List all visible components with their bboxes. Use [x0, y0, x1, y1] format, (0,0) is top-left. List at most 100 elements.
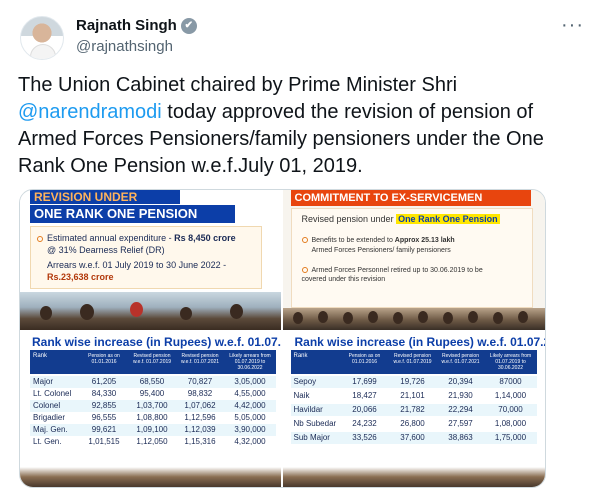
- table-cell: 21,782: [400, 405, 425, 414]
- tweet-text: The Union Cabinet chaired by Prime Minis…: [18, 72, 588, 180]
- avatar[interactable]: [20, 16, 64, 60]
- mention-link[interactable]: @narendramodi: [18, 101, 162, 123]
- table-cell: 1,08,800: [136, 413, 168, 422]
- table-row: Sub Major 33,526 37,600 38,863 1,75,000: [290, 432, 537, 444]
- header-cell: Revised pension w.e.f. 01.07.2019: [132, 353, 172, 365]
- right-table: Rank wise increase (in Rupees) w.e.f. 01…: [282, 330, 545, 487]
- person-head: [40, 306, 52, 320]
- table-cell: Nb Subedar: [293, 419, 337, 428]
- header-cell: Rank: [293, 353, 308, 359]
- table-cell: 1,08,000: [494, 419, 527, 428]
- table-cell: 95,400: [139, 389, 165, 398]
- table-row: Naik 18,427 21,101 21,930 1,14,000: [290, 390, 537, 402]
- media-image-right[interactable]: COMMITMENT TO EX-SERVICEMEN Revised pens…: [282, 190, 545, 487]
- table-cell: 70,000: [498, 405, 523, 414]
- person-head: [392, 312, 403, 324]
- tweet-media[interactable]: REVISION UNDER ONE RANK ONE PENSION Esti…: [19, 189, 546, 488]
- table-cell: 4,32,000: [234, 437, 266, 446]
- header-cell: Revised pension w.e.f. 01.07.2021: [180, 353, 220, 365]
- bullet-icon: [301, 267, 308, 274]
- table-cell: Havildar: [293, 405, 323, 414]
- header-cell: Likely arrears from 01.07.2019 to 30.06.…: [489, 353, 532, 371]
- person-head: [317, 311, 328, 323]
- left-table-title: Rank wise increase (in Rupees) w.e.f. 01…: [32, 335, 283, 349]
- header-cell: Likely arrears from 01.07.2019 to 30.06.…: [229, 353, 271, 371]
- table-cell: Colonel: [33, 401, 61, 410]
- right-table-header: Rank Pension as on 01.01.2016 Revised pe…: [290, 350, 537, 374]
- media-image-left[interactable]: REVISION UNDER ONE RANK ONE PENSION Esti…: [20, 190, 283, 487]
- person-head: [342, 312, 353, 324]
- bullet-icon: [301, 237, 308, 244]
- more-options-icon[interactable]: ···: [561, 14, 584, 37]
- table-cell: 5,05,000: [234, 413, 266, 422]
- table-row: Lt. Colonel 84,330 95,400 98,832 4,55,000: [30, 388, 276, 400]
- table-cell: 19,726: [400, 377, 425, 386]
- table-cell: 1,09,100: [136, 425, 168, 434]
- table-cell: 4,42,000: [234, 401, 266, 410]
- right-line-2: Armed Forces Personnel retired up to 30.…: [301, 267, 483, 283]
- left-line-3-value: Rs.23,638 crore: [47, 272, 114, 282]
- table-cell: Lt. Gen.: [33, 437, 62, 446]
- left-title-main: ONE RANK ONE PENSION: [30, 205, 235, 223]
- person-head: [442, 312, 453, 324]
- table-cell: 1,03,700: [136, 401, 168, 410]
- right-subtitle-highlight: One Rank One Pension: [396, 214, 500, 224]
- tweet-text-start: The Union Cabinet chaired by Prime Minis…: [18, 74, 458, 96]
- table-cell: 1,15,316: [184, 437, 216, 446]
- table-cell: Sepoy: [293, 377, 317, 386]
- table-cell: 37,600: [400, 433, 425, 442]
- person-head: [517, 311, 528, 323]
- table-cell: 98,832: [187, 389, 213, 398]
- right-line-1: Benefits to be extended to Approx 25.13 …: [301, 236, 455, 245]
- left-info-box: Estimated annual expenditure - Rs 8,450 …: [30, 226, 262, 289]
- user-handle[interactable]: @rajnathsingh: [76, 38, 173, 55]
- table-row: Brigadier 96,555 1,08,800 1,12,596 5,05,000: [30, 412, 276, 424]
- table-cell: 4,55,000: [234, 389, 266, 398]
- header-cell: Pension as on 01.01.2016: [348, 353, 381, 365]
- left-line-1: Estimated annual expenditure - Rs 8,450 …: [37, 233, 236, 243]
- table-cell: 1,12,596: [184, 413, 216, 422]
- right-line-1-rest: Armed Forces Pensioners/ family pensione…: [311, 247, 451, 254]
- table-cell: 20,066: [352, 405, 377, 414]
- table-cell: 92,855: [91, 401, 117, 410]
- person-head: [180, 307, 192, 320]
- table-row: Colonel 92,855 1,03,700 1,07,062 4,42,000: [30, 400, 276, 412]
- left-photo-strip: [20, 292, 281, 330]
- header-cell: Rank: [33, 353, 48, 359]
- table-cell: Major: [33, 377, 54, 386]
- left-line-3: Arrears w.e.f. 01 July 2019 to 30 June 2…: [47, 260, 227, 270]
- table-cell: Brigadier: [33, 413, 66, 422]
- bullet-icon: [37, 235, 43, 242]
- table-cell: 68,550: [139, 377, 165, 386]
- table-row: Major 61,205 68,550 70,827 3,05,000: [30, 376, 276, 388]
- table-cell: 1,12,039: [184, 425, 216, 434]
- table-row: Nb Subedar 24,232 26,800 27,597 1,08,000: [290, 418, 537, 430]
- table-cell: 21,101: [400, 391, 425, 400]
- person-head: [492, 312, 503, 324]
- table-cell: 26,800: [400, 419, 425, 428]
- person-head: [367, 311, 378, 323]
- table-cell: 38,863: [448, 433, 473, 442]
- table-cell: Lt. Colonel: [33, 389, 72, 398]
- table-cell: 96,555: [91, 413, 117, 422]
- person-head: [130, 302, 143, 317]
- table-cell: 1,14,000: [494, 391, 527, 400]
- user-name-text[interactable]: Rajnath Singh: [76, 17, 177, 34]
- table-cell: 1,01,515: [88, 437, 120, 446]
- verified-icon: ✔: [180, 17, 197, 34]
- header-cell: Pension as on 01.01.2016: [88, 353, 120, 365]
- table-cell: 99,621: [91, 425, 117, 434]
- person-head: [80, 304, 94, 320]
- table-row: Lt. Gen. 1,01,515 1,12,050 1,15,316 4,32,000: [30, 436, 276, 448]
- table-cell: 1,75,000: [494, 433, 527, 442]
- table-cell: 3,05,000: [234, 377, 266, 386]
- table-cell: 1,07,062: [184, 401, 216, 410]
- table-cell: 87000: [499, 377, 522, 386]
- table-cell: 33,526: [352, 433, 377, 442]
- table-cell: 17,699: [352, 377, 377, 386]
- table-cell: 70,827: [187, 377, 213, 386]
- table-row: Havildar 20,066 21,782 22,294 70,000: [290, 404, 537, 416]
- table-cell: Maj. Gen.: [33, 425, 68, 434]
- table-row: Sepoy 17,699 19,726 20,394 87000: [290, 376, 537, 388]
- user-name[interactable]: Rajnath Singh ✔: [76, 17, 197, 34]
